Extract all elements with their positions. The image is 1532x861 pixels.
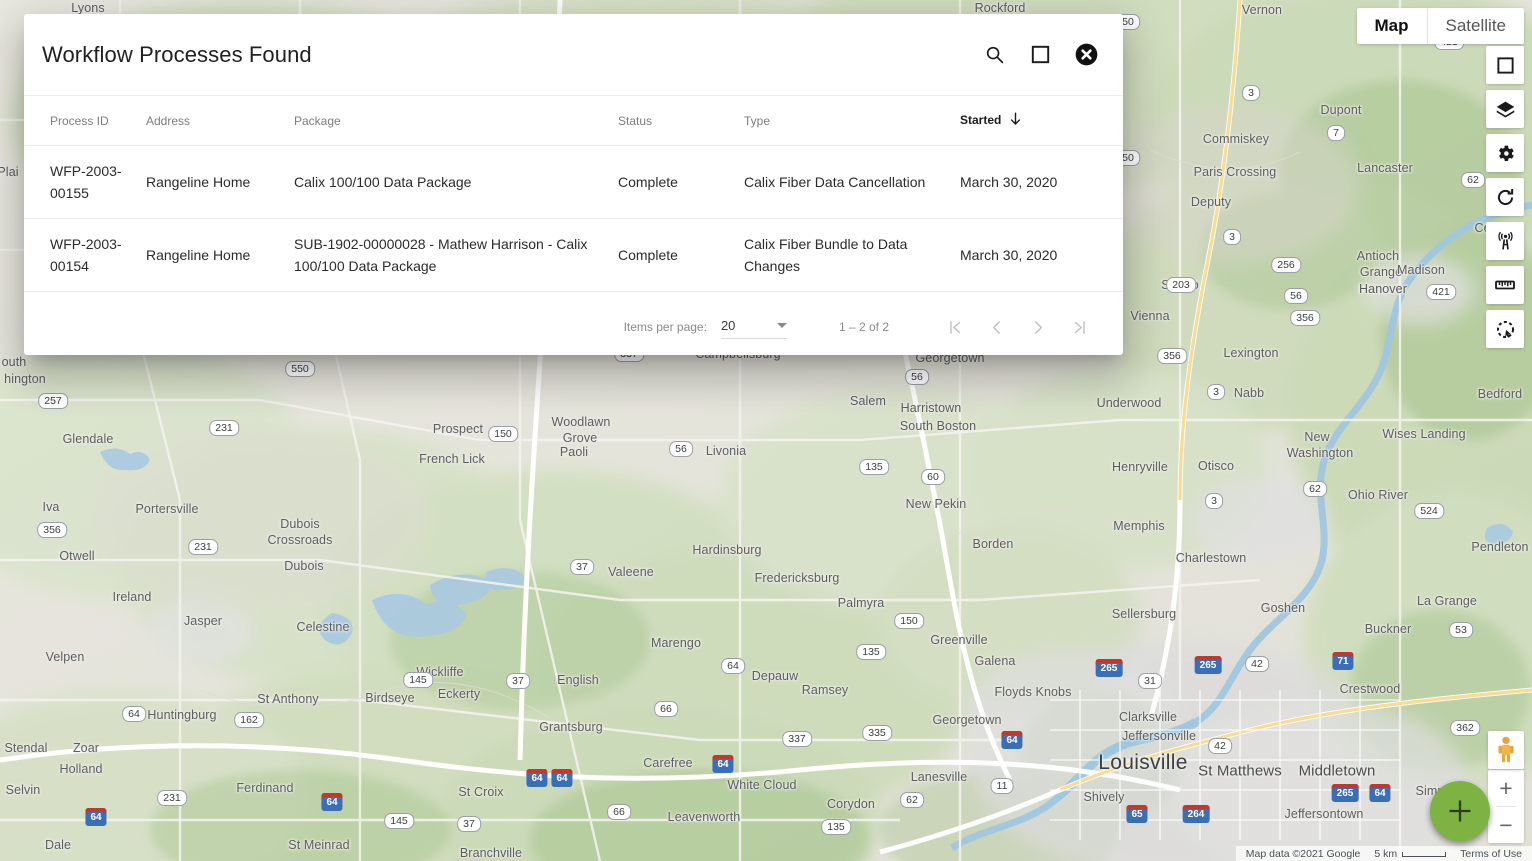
gear-icon[interactable] xyxy=(1486,134,1524,172)
workflow-processes-table: Process ID Address Package Status Type S… xyxy=(24,96,1123,292)
cell-address: Rangeline Home xyxy=(146,218,294,292)
items-per-page-select[interactable]: 20 xyxy=(720,315,787,339)
cell-address: Rangeline Home xyxy=(146,145,294,219)
cell-started: March 30, 2020 xyxy=(960,218,1123,292)
add-button[interactable] xyxy=(1430,781,1490,841)
map-scale: 5 km xyxy=(1374,848,1447,860)
search-icon[interactable] xyxy=(981,42,1007,68)
column-header-started[interactable]: Started xyxy=(960,96,1123,146)
column-header-status[interactable]: Status xyxy=(618,96,744,146)
plus-icon xyxy=(1449,800,1471,822)
cell-type: Calix Fiber Bundle to Data Changes xyxy=(744,218,960,292)
column-header-process-id[interactable]: Process ID xyxy=(24,96,146,146)
map-type-control[interactable]: Map Satellite xyxy=(1356,8,1524,44)
items-per-page-value: 20 xyxy=(720,318,736,333)
cell-status: Complete xyxy=(618,218,744,292)
cell-type: Calix Fiber Data Cancellation xyxy=(744,145,960,219)
map-tool-rail[interactable] xyxy=(1486,46,1524,348)
square-select-icon[interactable] xyxy=(1486,46,1524,84)
table-header-row: Process ID Address Package Status Type S… xyxy=(24,96,1123,146)
sort-descending-icon xyxy=(1009,112,1022,129)
zoom-in-button[interactable]: + xyxy=(1488,770,1524,806)
map-attribution: Map data ©2021 Google 5 km Terms of Use xyxy=(1235,846,1532,861)
column-header-address[interactable]: Address xyxy=(146,96,294,146)
cell-process-id: WFP-2003-00154 xyxy=(24,218,146,292)
map-type-map-button[interactable]: Map xyxy=(1357,8,1427,44)
table-body: WFP-2003-00155 Rangeline Home Calix 100/… xyxy=(24,145,1123,292)
first-page-button[interactable] xyxy=(933,309,975,345)
pagination-range-label: 1 – 2 of 2 xyxy=(838,320,889,334)
map-type-satellite-button[interactable]: Satellite xyxy=(1426,8,1524,44)
cell-package: Calix 100/100 Data Package xyxy=(294,145,618,219)
chevron-down-icon xyxy=(776,323,787,328)
table-row[interactable]: WFP-2003-00155 Rangeline Home Calix 100/… xyxy=(24,145,1123,219)
dialog-header: Workflow Processes Found xyxy=(24,14,1123,96)
table-header: Process ID Address Package Status Type S… xyxy=(24,96,1123,146)
previous-page-button[interactable] xyxy=(975,309,1017,345)
map-scale-text: 5 km xyxy=(1374,848,1398,860)
column-header-started-label: Started xyxy=(960,113,1002,127)
items-per-page-label: Items per page: xyxy=(623,320,707,334)
lasso-select-icon[interactable] xyxy=(1486,310,1524,348)
paginator: Items per page: 20 1 – 2 of 2 xyxy=(24,299,1123,355)
map-scale-bar xyxy=(1402,851,1447,857)
close-icon[interactable] xyxy=(1073,42,1099,68)
column-header-package[interactable]: Package xyxy=(294,96,618,146)
maximize-icon[interactable] xyxy=(1027,42,1053,68)
column-header-type[interactable]: Type xyxy=(744,96,960,146)
next-page-button[interactable] xyxy=(1017,309,1059,345)
map-copyright: Map data ©2021 Google xyxy=(1245,848,1361,860)
cell-process-id: WFP-2003-00155 xyxy=(24,145,146,219)
pegman-icon[interactable] xyxy=(1488,731,1524,769)
zoom-control[interactable]: + − xyxy=(1488,770,1524,843)
map-terms-link[interactable]: Terms of Use xyxy=(1460,848,1522,860)
cell-status: Complete xyxy=(618,145,744,219)
refresh-icon[interactable] xyxy=(1486,178,1524,216)
ruler-icon[interactable] xyxy=(1486,266,1524,304)
cell-tower-icon[interactable] xyxy=(1486,222,1524,260)
last-page-button[interactable] xyxy=(1059,309,1101,345)
table-row[interactable]: WFP-2003-00154 Rangeline Home SUB-1902-0… xyxy=(24,218,1123,292)
dialog-body: Process ID Address Package Status Type S… xyxy=(24,96,1123,299)
dialog-header-actions xyxy=(981,42,1105,68)
workflow-processes-dialog: Workflow Processes Found Process ID Addr… xyxy=(24,14,1123,355)
layers-icon[interactable] xyxy=(1486,90,1524,128)
cell-started: March 30, 2020 xyxy=(960,145,1123,219)
cell-package: SUB-1902-00000028 - Mathew Harrison - Ca… xyxy=(294,218,618,292)
page-title: Workflow Processes Found xyxy=(42,41,312,67)
zoom-out-button[interactable]: − xyxy=(1488,807,1524,843)
